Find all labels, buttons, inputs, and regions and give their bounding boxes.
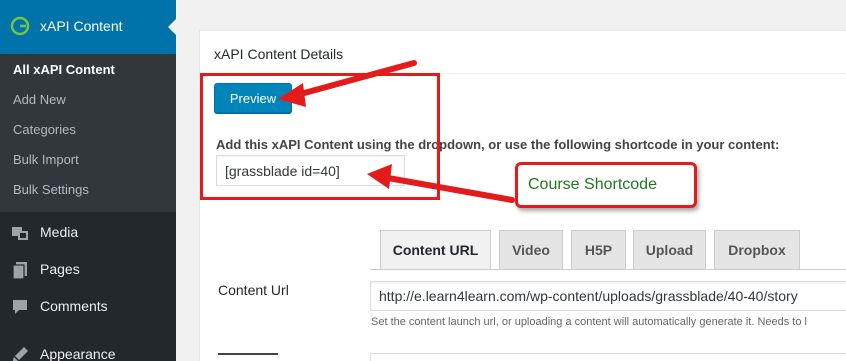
sidebar-item-label: Media — [40, 224, 79, 240]
admin-sidebar: xAPI Content All xAPI Content Add New Ca… — [0, 0, 176, 361]
comments-icon — [13, 300, 27, 314]
tab-dropbox[interactable]: Dropbox — [714, 230, 800, 269]
callout-label: Course Shortcode — [528, 176, 657, 193]
content-url-help: Set the content launch url, or uploading… — [371, 316, 807, 328]
submenu-item-bulk-settings[interactable]: Bulk Settings — [13, 182, 89, 197]
menu-active-label: xAPI Content — [40, 18, 123, 34]
sidebar-item-comments[interactable]: Comments — [0, 288, 176, 324]
tab-h5p[interactable]: H5P — [571, 230, 626, 269]
sidebar-item-label: Comments — [40, 298, 108, 314]
menu-current-arrow — [168, 19, 176, 35]
appearance-icon — [12, 347, 28, 361]
sidebar-item-media[interactable]: Media — [0, 214, 176, 250]
submenu-item-add-new[interactable]: Add New — [13, 92, 66, 107]
sidebar-item-label: Appearance — [40, 346, 116, 361]
sidebar-item-pages[interactable]: Pages — [0, 251, 176, 287]
panel-title: xAPI Content Details — [214, 46, 344, 62]
highlight-box — [200, 73, 440, 200]
grassblade-logo-icon — [10, 16, 30, 36]
submenu: All xAPI Content Add New Categories Bulk… — [0, 54, 176, 212]
pages-icon — [12, 262, 27, 280]
next-field-label — [218, 351, 308, 361]
menu-item-xapi-content[interactable]: xAPI Content — [0, 0, 176, 54]
tab-content-url[interactable]: Content URL — [380, 230, 491, 269]
content-url-label: Content Url — [218, 282, 289, 298]
submenu-item-bulk-import[interactable]: Bulk Import — [13, 152, 79, 167]
content-url-input[interactable] — [370, 281, 846, 311]
submenu-item-all-xapi-content[interactable]: All xAPI Content — [13, 62, 115, 77]
tabs-divider — [370, 269, 846, 270]
submenu-item-categories[interactable]: Categories — [13, 122, 76, 137]
next-field-input[interactable] — [370, 353, 846, 361]
sidebar-item-label: Pages — [40, 261, 80, 277]
media-icon — [12, 227, 28, 240]
sidebar-item-appearance[interactable]: Appearance — [0, 336, 176, 361]
tab-upload[interactable]: Upload — [633, 230, 706, 269]
tab-video[interactable]: Video — [499, 230, 563, 269]
